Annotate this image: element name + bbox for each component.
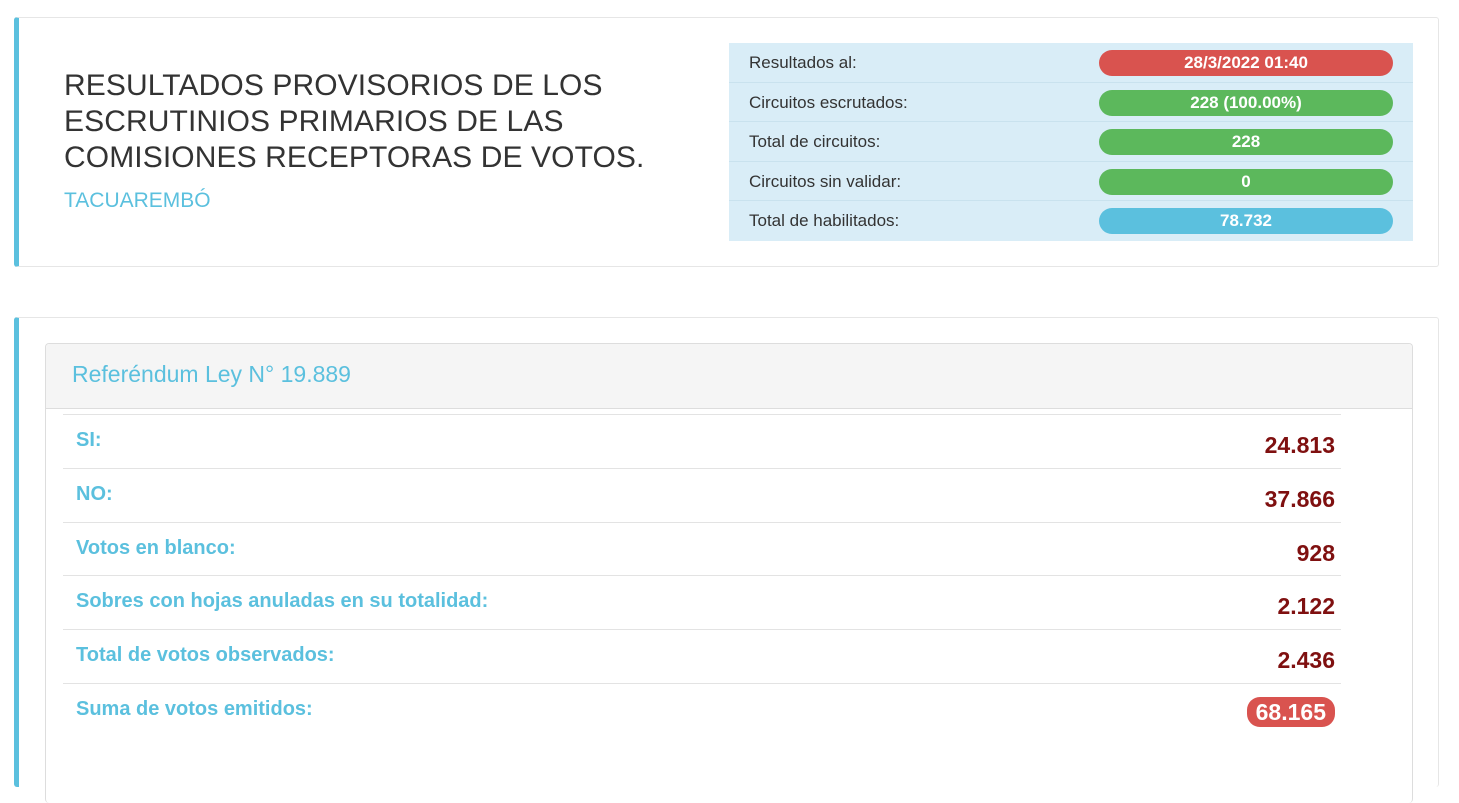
result-value: 928 [1296, 539, 1335, 566]
result-row-no: NO: 37.866 [63, 467, 1341, 522]
total-circuits-badge: 228 [1099, 129, 1393, 156]
page-title: RESULTADOS PROVISORIOS DE LOS ESCRUTINIO… [64, 69, 645, 174]
summary-row-total-circuits: Total de circuitos: 228 [729, 122, 1413, 162]
results-date-badge: 28/3/2022 01:40 [1099, 50, 1393, 76]
result-label: Sobres con hojas anuladas en su totalida… [76, 590, 489, 613]
result-row-si: SI: 24.813 [63, 414, 1341, 468]
referendum-card: Referéndum Ley N° 19.889 SI: 24.813 NO: … [14, 317, 1439, 803]
results-header-card: RESULTADOS PROVISORIOS DE LOS ESCRUTINIO… [14, 17, 1439, 267]
scrutinized-circuits-badge: 228 (100.00%) [1099, 89, 1393, 116]
summary-row-unvalidated-circuits: Circuitos sin validar: 0 [729, 162, 1413, 202]
department-name: TACUAREMBÓ [64, 189, 211, 212]
result-row-annulled-envelopes: Sobres con hojas anuladas en su totalida… [63, 575, 1341, 629]
total-votes-badge: 68.165 [1246, 696, 1335, 727]
result-value: 37.866 [1264, 485, 1335, 512]
result-label: NO: [76, 482, 113, 505]
summary-table: Resultados al: 28/3/2022 01:40 Circuitos… [729, 43, 1413, 241]
result-label: Suma de votos emitidos: [76, 697, 313, 720]
result-value: 2.436 [1277, 647, 1335, 674]
result-value: 24.813 [1264, 432, 1335, 458]
result-value: 2.122 [1277, 593, 1335, 620]
summary-row-results-date: Resultados al: 28/3/2022 01:40 [729, 43, 1413, 83]
summary-row-scrutinized-circuits: Circuitos escrutados: 228 (100.00%) [729, 83, 1413, 123]
summary-label: Resultados al: [749, 53, 857, 72]
summary-label: Circuitos escrutados: [749, 92, 908, 112]
summary-label: Total de habilitados: [749, 211, 900, 231]
result-label: SI: [76, 429, 102, 451]
result-label: Total de votos observados: [76, 644, 335, 667]
result-label: Votos en blanco: [76, 536, 236, 559]
result-row-blank-votes: Votos en blanco: 928 [63, 521, 1341, 576]
enabled-voters-badge: 78.732 [1099, 208, 1393, 235]
result-row-observed-votes: Total de votos observados: 2.436 [63, 629, 1341, 683]
panel-title: Referéndum Ley N° 19.889 [72, 361, 351, 387]
summary-row-enabled-voters: Total de habilitados: 78.732 [729, 201, 1413, 241]
result-row-total-votes: Suma de votos emitidos: 68.165 [63, 682, 1341, 737]
summary-label: Circuitos sin validar: [749, 171, 902, 191]
summary-label: Total de circuitos: [749, 132, 881, 152]
panel-heading: Referéndum Ley N° 19.889 [46, 344, 1412, 409]
results-list: SI: 24.813 NO: 37.866 Votos en blanco: 9… [63, 414, 1341, 737]
unvalidated-circuits-badge: 0 [1099, 168, 1393, 195]
